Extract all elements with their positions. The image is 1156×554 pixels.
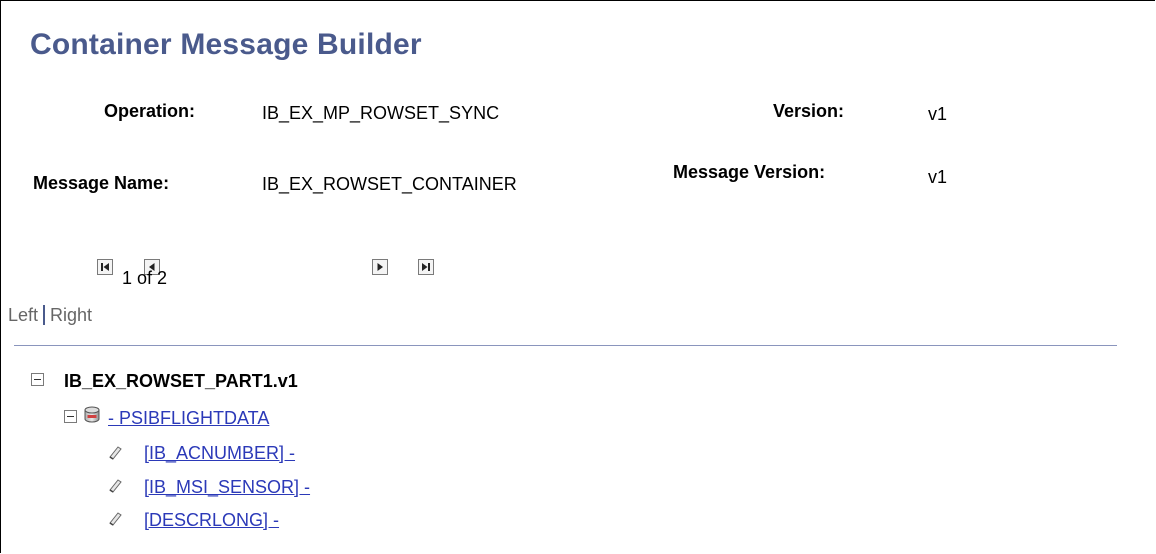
next-page-button[interactable] [372,259,388,275]
page-frame [0,0,1155,553]
first-page-button[interactable] [97,259,113,275]
message-name-value: IB_EX_ROWSET_CONTAINER [262,174,517,194]
left-right-switch: Left Right [8,305,92,326]
field-link-descrlong[interactable]: [DESCRLONG] - [144,510,279,531]
version-value: v1 [928,104,948,124]
field-link-ib-acnumber[interactable]: [IB_ACNUMBER] - [144,443,295,464]
field-icon [109,446,122,460]
last-page-button[interactable] [418,259,434,275]
field-icon [109,512,122,526]
last-page-icon [422,263,430,271]
version-label: Version: [773,101,845,121]
page-count: 1 of 2 [122,268,168,288]
record-link-psibflightdata[interactable]: - PSIBFLIGHTDATA [108,408,269,429]
field-link-ib-msi-sensor[interactable]: [IB_MSI_SENSOR] - [144,477,310,498]
collapse-record-toggle[interactable] [64,410,77,423]
collapse-root-toggle[interactable] [31,373,44,386]
message-name-label: Message Name: [33,173,170,193]
left-link[interactable]: Left [8,305,38,325]
next-page-icon [377,263,383,271]
database-icon [84,406,100,423]
separator [43,305,46,325]
field-icon [109,479,122,493]
tree-root-label: IB_EX_ROWSET_PART1.v1 [64,371,298,391]
divider [14,345,1117,346]
operation-label: Operation: [104,101,196,121]
message-version-label: Message Version: [673,162,826,182]
operation-value: IB_EX_MP_ROWSET_SYNC [262,103,500,123]
first-page-icon [101,263,109,271]
page-title: Container Message Builder [30,28,422,61]
right-link[interactable]: Right [50,305,92,325]
message-version-value: v1 [928,167,948,187]
